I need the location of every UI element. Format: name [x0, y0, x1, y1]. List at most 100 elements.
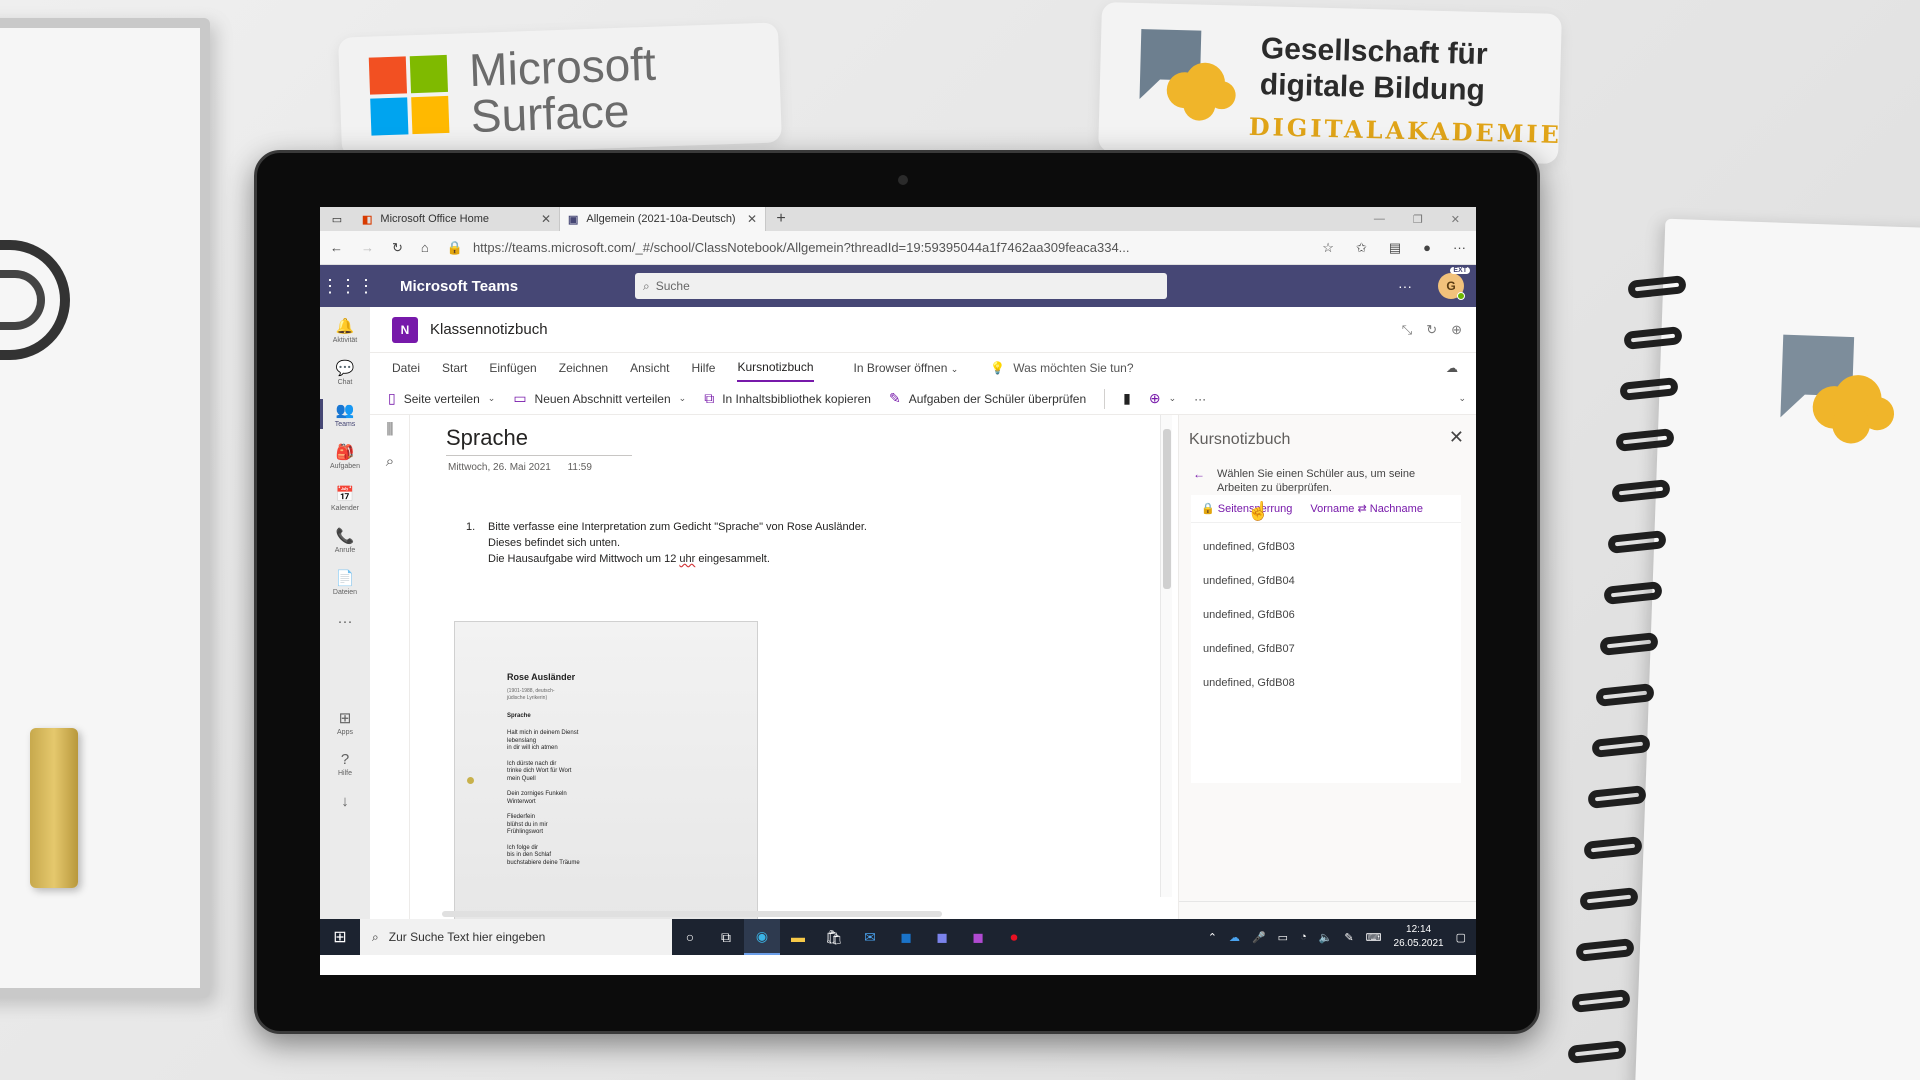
notebooks-icon[interactable]: ⫼: [370, 421, 410, 438]
gdb-digitalakademie: DIGITALAKADEMIE: [1248, 111, 1563, 150]
tab-zeichnen[interactable]: Zeichnen: [559, 355, 608, 381]
tab-kursnotizbuch[interactable]: Kursnotizbuch: [737, 354, 814, 382]
wifi-icon[interactable]: ◔: [1300, 931, 1307, 943]
add-favorite-icon[interactable]: ☆: [1322, 240, 1334, 256]
rail-item-more[interactable]: ···: [320, 613, 370, 632]
list-item[interactable]: undefined, GfdB03: [1203, 537, 1295, 571]
tab-datei[interactable]: Datei: [392, 355, 420, 381]
profile-icon[interactable]: ●: [1423, 240, 1431, 255]
cortana-icon[interactable]: ○: [672, 919, 708, 955]
windows-start-icon[interactable]: ⊞: [320, 927, 360, 947]
download-icon[interactable]: ↓: [320, 793, 370, 812]
forward-icon[interactable]: →: [361, 240, 374, 255]
file-explorer-icon[interactable]: ▬: [780, 919, 816, 955]
page-scrollbar[interactable]: [1160, 415, 1172, 897]
onenote-taskbar-icon[interactable]: ◼: [960, 919, 996, 955]
taskbar-clock[interactable]: 12:14 26.05.2021: [1394, 923, 1444, 951]
minimize-icon[interactable]: —: [1374, 213, 1385, 225]
home-icon[interactable]: ⌂: [421, 240, 429, 255]
list-item[interactable]: undefined, GfdB07: [1203, 639, 1295, 673]
avatar[interactable]: G EXT: [1438, 267, 1470, 300]
collections-icon[interactable]: ▤: [1389, 240, 1401, 256]
tab-einfuegen[interactable]: Einfügen: [489, 355, 536, 381]
search-input[interactable]: ⌕ Suche: [635, 273, 1167, 299]
close-icon[interactable]: ✕: [747, 212, 757, 226]
new-tab-button[interactable]: +: [766, 207, 796, 231]
rail-item-anrufe[interactable]: 📞 Anrufe: [320, 527, 370, 554]
notifications-icon[interactable]: ▢: [1456, 931, 1466, 944]
task-view-icon[interactable]: ⧉: [708, 919, 744, 955]
onedrive-icon[interactable]: ☁: [1229, 931, 1240, 944]
record-icon[interactable]: ⏺: [996, 919, 1032, 955]
teams-taskbar-icon[interactable]: ◼: [924, 919, 960, 955]
tray-expand-icon[interactable]: ⌃: [1208, 931, 1217, 944]
rail-item-hilfe[interactable]: ? Hilfe: [320, 751, 370, 777]
outlook-icon[interactable]: ◼: [888, 919, 924, 955]
scroll-thumb[interactable]: [1163, 429, 1171, 589]
tell-me-search[interactable]: 💡 Was möchten Sie tun?: [990, 361, 1133, 375]
rail-item-teams[interactable]: 👥 Teams: [320, 399, 370, 429]
poem-line: Dein zorniges Funkeln: [507, 791, 567, 797]
more-options-icon[interactable]: ···: [1398, 278, 1412, 294]
sync-status-icon[interactable]: ☁: [1446, 361, 1458, 375]
refresh-icon[interactable]: ↻: [392, 240, 403, 256]
favorites-icon[interactable]: ✩: [1356, 240, 1367, 256]
tab-ansicht[interactable]: Ansicht: [630, 355, 669, 381]
url-field[interactable]: 🔒 https://teams.microsoft.com/_#/school/…: [447, 240, 1167, 256]
rail-item-dateien[interactable]: 📄 Dateien: [320, 569, 370, 596]
more-commands-icon[interactable]: ···: [1194, 392, 1206, 406]
teams-header: ⋮⋮⋮ Microsoft Teams ⌕ Suche ··· G EXT: [320, 265, 1476, 307]
tab-actions-icon[interactable]: ▭: [320, 207, 354, 231]
scanned-poem-image[interactable]: Rose Ausländer (1901-1988, deutsch- jüdi…: [454, 621, 758, 921]
globe-icon[interactable]: ⊕: [1451, 322, 1462, 338]
store-icon[interactable]: 🛍: [816, 919, 852, 955]
microphone-icon[interactable]: 🎤: [1252, 931, 1266, 944]
note-title[interactable]: Sprache: [446, 425, 632, 456]
poem-stanza: Fliederfein blühst du in mir Frühlingswort: [507, 814, 580, 837]
search-icon[interactable]: ⌕: [370, 453, 410, 470]
list-item[interactable]: undefined, GfdB06: [1203, 605, 1295, 639]
keyboard-icon[interactable]: ⌨: [1366, 931, 1382, 944]
mail-icon[interactable]: ✉: [852, 919, 888, 955]
page-hscrollbar[interactable]: [432, 909, 1152, 919]
list-item[interactable]: undefined, GfdB04: [1203, 571, 1295, 605]
close-icon[interactable]: ✕: [541, 212, 551, 226]
volume-icon[interactable]: 🔈: [1319, 931, 1333, 944]
rail-item-aufgaben[interactable]: 🎒 Aufgaben: [320, 443, 370, 470]
name-sort-toggle[interactable]: Vorname ⇄ Nachname: [1310, 502, 1423, 515]
rail-item-chat[interactable]: 💬 Chat: [320, 359, 370, 386]
tab-office-home[interactable]: ◧ Microsoft Office Home ✕: [354, 207, 560, 231]
open-in-browser-button[interactable]: In Browser öffnen ⌄: [854, 355, 959, 381]
review-work-button[interactable]: ✎ Aufgaben der Schüler überprüfen: [889, 390, 1086, 407]
notebook-icon[interactable]: ▮: [1123, 390, 1131, 407]
notebook-logo-icon: [1780, 334, 1895, 444]
reload-icon[interactable]: ↻: [1426, 322, 1437, 338]
back-icon[interactable]: ←: [330, 240, 343, 255]
collapse-icon[interactable]: ⤡: [1402, 322, 1412, 338]
maximize-icon[interactable]: ❐: [1413, 213, 1423, 226]
distribute-page-button[interactable]: ▯ Seite verteilen ⌄: [388, 390, 495, 407]
poem-line: lebenslang: [507, 737, 537, 744]
scroll-thumb[interactable]: [442, 911, 942, 917]
edge-icon[interactable]: ◉: [744, 919, 780, 955]
taskbar-search-input[interactable]: ⌕ Zur Suche Text hier eingeben: [360, 919, 672, 955]
pen-icon[interactable]: ✎: [1344, 931, 1353, 944]
distribute-section-button[interactable]: ▭ Neuen Abschnitt verteilen ⌄: [513, 390, 686, 407]
tab-start[interactable]: Start: [442, 355, 467, 381]
tab-teams[interactable]: ▣ Allgemein (2021-10a-Deutsch) | ✕: [560, 207, 766, 231]
copy-library-button[interactable]: ⧉ In Inhaltsbibliothek kopieren: [704, 390, 871, 407]
close-window-icon[interactable]: ✕: [1451, 213, 1460, 226]
translate-icon[interactable]: ⊕ ⌄: [1149, 390, 1176, 407]
app-launcher-icon[interactable]: ⋮⋮⋮: [320, 276, 376, 297]
rail-item-aktivitaet[interactable]: 🔔 Aktivität: [320, 317, 370, 344]
back-arrow-icon[interactable]: ←: [1193, 467, 1205, 481]
tab-hilfe[interactable]: Hilfe: [691, 355, 715, 381]
browser-menu-icon[interactable]: ···: [1453, 240, 1466, 255]
close-icon[interactable]: ✕: [1449, 427, 1464, 448]
task-text[interactable]: 1. Bitte verfasse eine Interpretation zu…: [466, 519, 867, 567]
rail-item-apps[interactable]: ⊞ Apps: [320, 709, 370, 736]
battery-icon[interactable]: ▭: [1278, 931, 1288, 944]
expand-ribbon-icon[interactable]: ⌄: [1458, 393, 1466, 404]
list-item[interactable]: undefined, GfdB08: [1203, 673, 1295, 707]
rail-item-kalender[interactable]: 📅 Kalender: [320, 485, 370, 512]
